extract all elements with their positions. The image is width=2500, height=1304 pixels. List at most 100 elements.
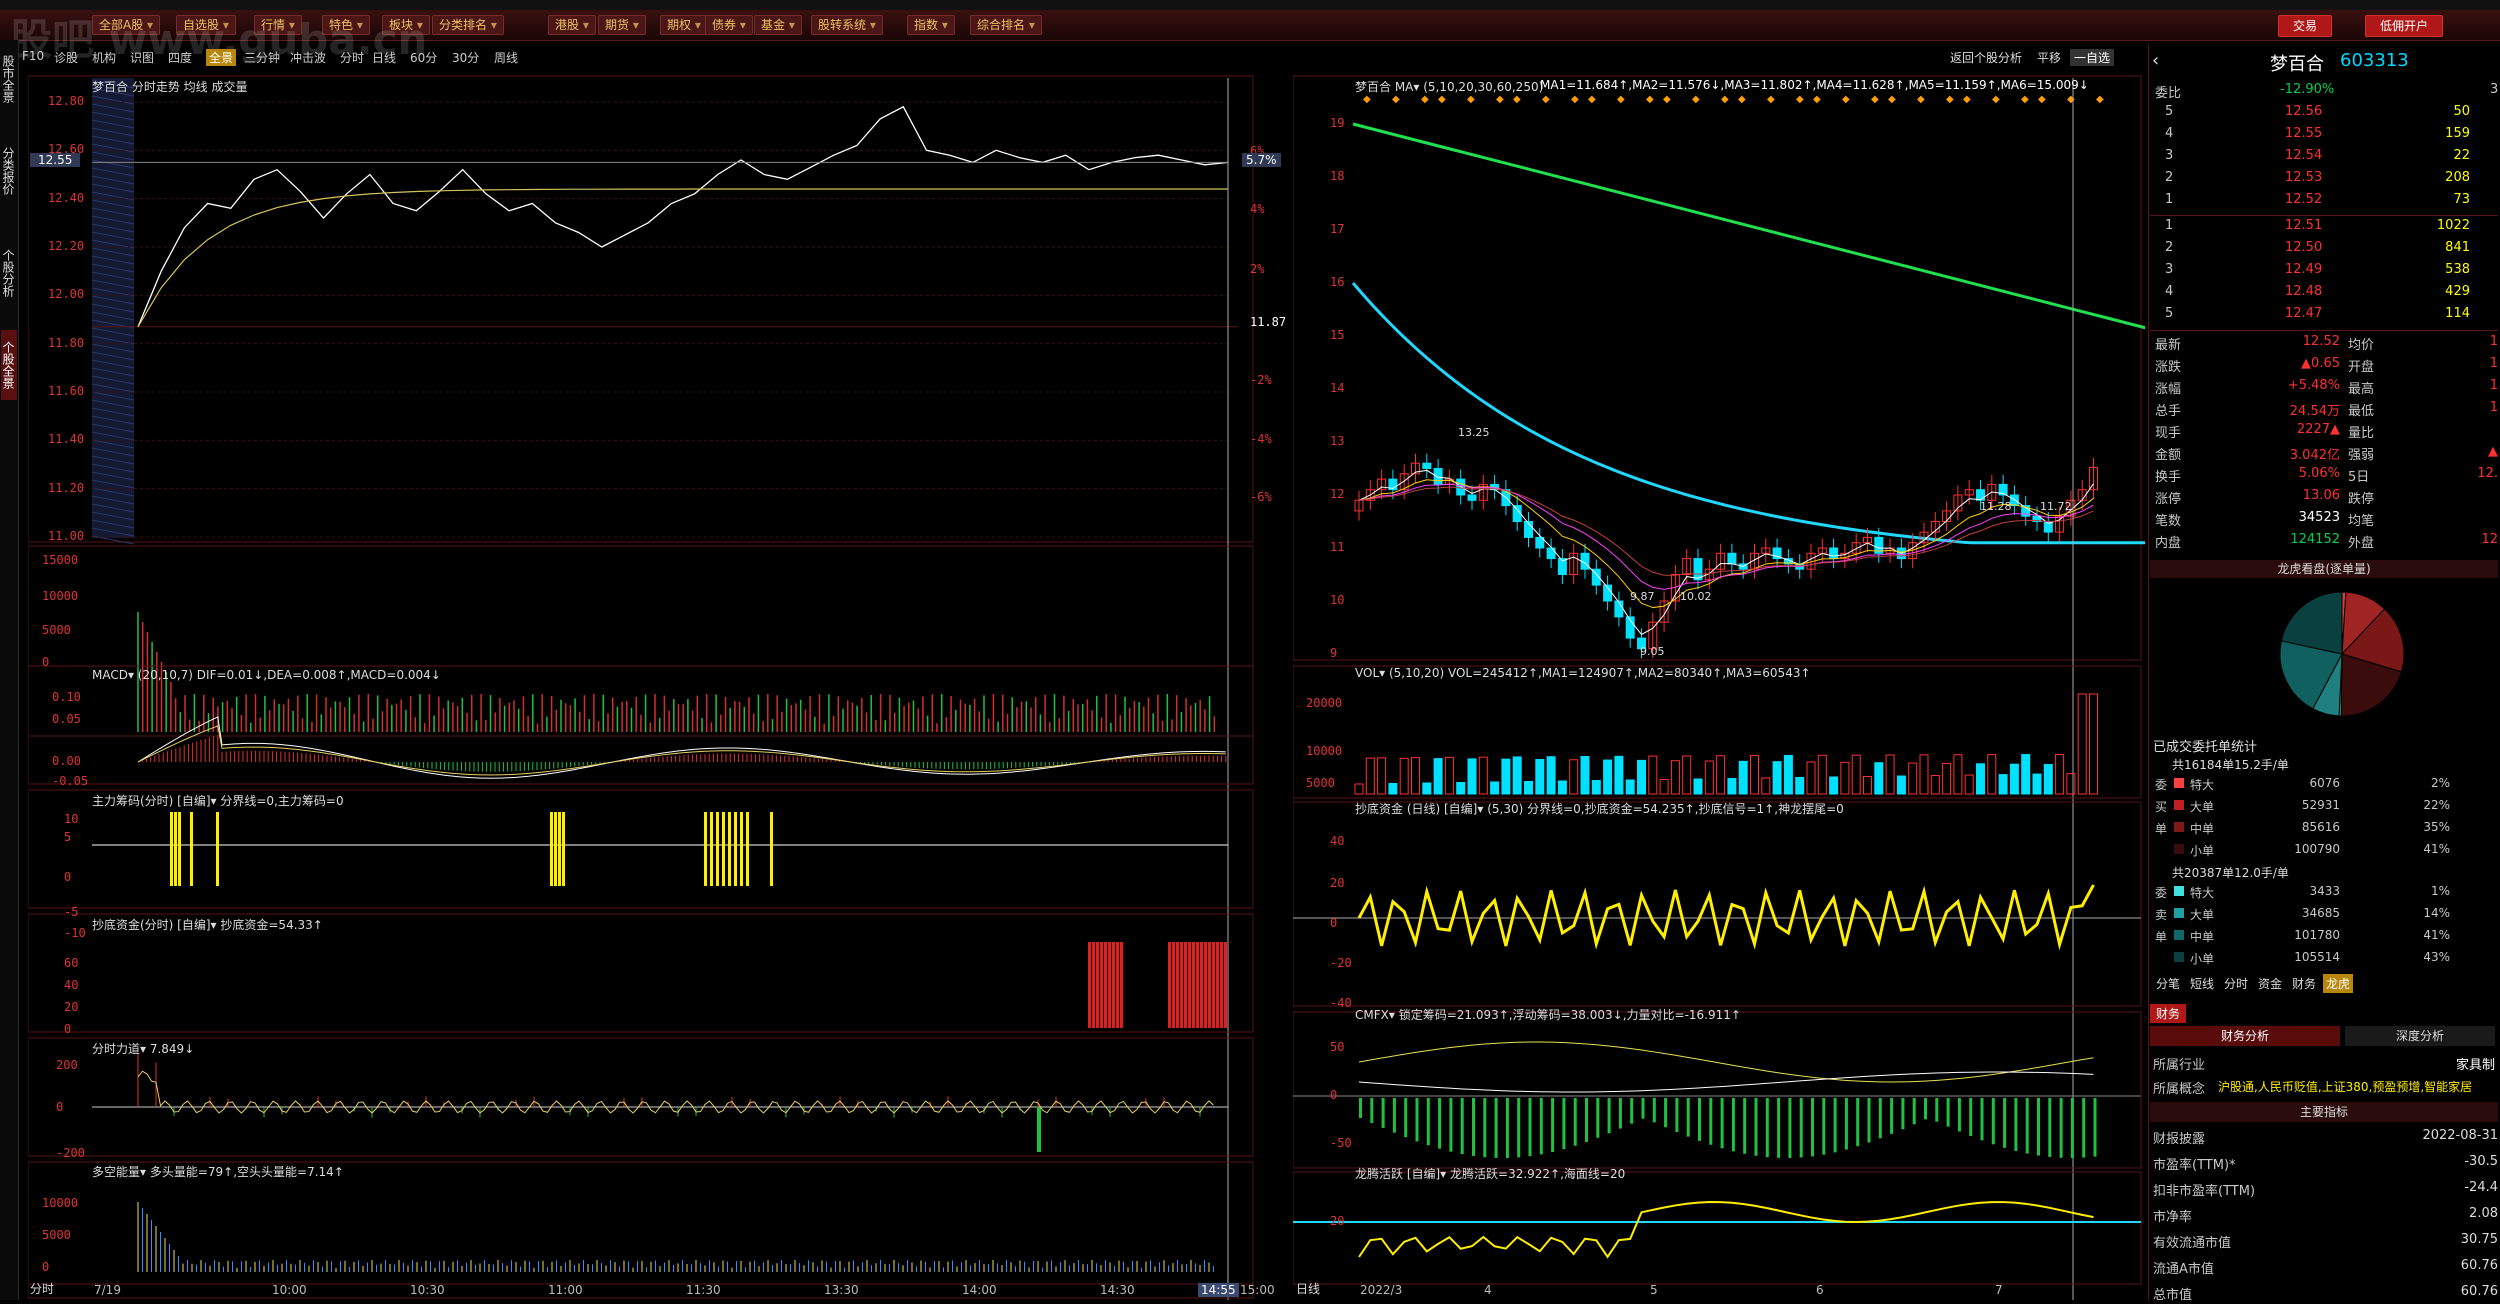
toolbar-item-2[interactable]: 机构 — [92, 49, 116, 66]
cmfx-tick: 50 — [1330, 1040, 1345, 1054]
pct-tick: 2% — [1250, 262, 1265, 276]
longteng-line — [1358, 1201, 2094, 1259]
menu-item-5[interactable]: 分类排名 — [432, 15, 504, 35]
daily-vol-tick: 10000 — [1306, 744, 1343, 758]
chaodi-bar — [1200, 942, 1203, 1028]
price-tick: 12.00 — [48, 287, 85, 302]
back-arrow-icon[interactable]: ‹ — [2152, 50, 2159, 71]
vol-tick: 0 — [42, 655, 50, 669]
toolbar-item-12[interactable]: 周线 — [494, 49, 518, 66]
vol-bar — [1738, 760, 1748, 795]
time-mode-button[interactable]: 分时 — [30, 1280, 54, 1297]
signal-diamond: ◆ — [1842, 94, 1850, 105]
toolbar-item-3[interactable]: 识图 — [130, 49, 154, 66]
quote-tab-2[interactable]: 分时 — [2221, 974, 2251, 993]
buy-type: 特大 — [2190, 886, 2215, 900]
quote-tab-4[interactable]: 财务 — [2289, 974, 2319, 993]
vol-bar — [1670, 760, 1680, 795]
fin-analysis-tab[interactable]: 财务分析 — [2150, 1026, 2340, 1046]
tab-stock-panorama[interactable]: 个股全景 — [1, 330, 17, 400]
quote-tab-5[interactable]: 龙虎 — [2323, 974, 2354, 993]
daily-area: ◆ ◆ ◆ ◆ ◆ ◆ ◆ ◆ ◆ ◆ ◆ ◆ ◆ ◆ ◆ ◆ ◆ ◆ ◆ ◆ ◆ ◆ ◆ ◆ ◆ ◆ ◆ ◆ ◆ ◆ — [1292, 72, 2170, 1300]
signal-diamond: ◆ — [1917, 94, 1925, 105]
toolbar-item-11[interactable]: 30分 — [452, 49, 479, 66]
sell-qty: 85616 — [2301, 820, 2340, 834]
toolbar-item-4[interactable]: 四度 — [168, 49, 192, 66]
cmfx-bar — [1924, 1098, 1927, 1120]
cmfx-bar — [2003, 1098, 2007, 1148]
date-label: 7 — [1995, 1283, 2003, 1297]
signal-diamond: ◆ — [1617, 94, 1625, 105]
cmfx-bar — [1573, 1098, 1577, 1146]
menu-item-6[interactable]: 港股 — [548, 15, 596, 35]
menu-item-12[interactable]: 指数 — [907, 15, 955, 35]
menu-item-13[interactable]: 综合排名 — [970, 15, 1042, 35]
toolbar-item-6[interactable]: 三分钟 — [244, 49, 280, 66]
tab-stock-analysis[interactable]: 个股分析 — [1, 238, 17, 308]
return-analysis-button[interactable]: 返回个股分析 — [1950, 49, 2022, 66]
menu-item-11[interactable]: 股转系统 — [811, 15, 883, 35]
flat-button[interactable]: 平移 — [2037, 49, 2061, 66]
open-account-button[interactable]: 低佣开户 — [2365, 15, 2444, 37]
toolbar-item-1[interactable]: 诊股 — [54, 49, 78, 66]
signal-diamond: ◆ — [1738, 94, 1746, 105]
trade-button[interactable]: 交易 — [2278, 15, 2333, 37]
bid-level: 3 — [2165, 262, 2174, 277]
vol-bar — [1490, 781, 1500, 795]
watchlist-select[interactable]: 一自选 — [2070, 49, 2115, 66]
cmfx-bar — [1381, 1098, 1385, 1128]
menu-item-7[interactable]: 期货 — [598, 15, 646, 35]
quote-tab-3[interactable]: 资金 — [2255, 974, 2285, 993]
pct-tick: 11.87 — [1250, 315, 1287, 329]
toolbar-item-8[interactable]: 分时 — [340, 49, 364, 66]
pct-tick: -4% — [1250, 432, 1272, 446]
vol-bar — [1772, 761, 1782, 795]
vol-bar — [2077, 693, 2087, 795]
zhuli-bar — [710, 812, 713, 886]
ask-volume: 159 — [2445, 126, 2470, 141]
industry-label: 所属行业 — [2153, 1058, 2206, 1073]
tab-category-quote[interactable]: 分类报价 — [1, 136, 17, 206]
deep-analysis-tab[interactable]: 深度分析 — [2345, 1026, 2495, 1046]
longteng-title: 龙腾活跃 [自编]▾ 龙腾活跃=32.922↑,海面线=20 — [1355, 1167, 1626, 1181]
time-label: 14:00 — [962, 1283, 997, 1297]
sell-pct: 35% — [2423, 820, 2450, 834]
vol-bar — [1388, 782, 1398, 795]
stat-label-2: 量比 — [2348, 426, 2375, 441]
quote-tab-0[interactable]: 分笔 — [2153, 974, 2183, 993]
toolbar-item-10[interactable]: 60分 — [410, 49, 437, 66]
intraday-price-line — [137, 105, 1229, 328]
toolbar-item-7[interactable]: 冲击波 — [290, 49, 326, 66]
menu-item-9[interactable]: 债券 — [705, 15, 753, 35]
cmfx-bar — [2082, 1098, 2086, 1158]
cmfx-bar — [1822, 1098, 1826, 1155]
toolbar-item-0[interactable]: F10 — [22, 49, 44, 63]
chaodi-tick: 60 — [64, 956, 79, 970]
tab-market-overview[interactable]: 股市全景 — [1, 44, 17, 114]
cmfx-bar — [1664, 1098, 1668, 1128]
weicha-value: 3 — [2490, 82, 2499, 97]
daily-price-tick: 10 — [1330, 593, 1345, 607]
zhuli-tick: 10 — [64, 812, 79, 826]
cmfx-bar — [1370, 1098, 1374, 1123]
daily-price-tick: 9 — [1330, 646, 1338, 660]
cmfx-tick: -50 — [1330, 1136, 1352, 1150]
toolbar-item-9[interactable]: 日线 — [372, 49, 396, 66]
candle — [1546, 547, 1556, 560]
vol-bar — [2021, 754, 2031, 795]
cmfx-bar — [1743, 1098, 1747, 1154]
chaodi-daily-line — [1357, 884, 2095, 951]
menu-item-8[interactable]: 期权 — [660, 15, 708, 35]
duokong-title: 多空能量▾ 多头量能=79↑,空头头量能=7.14↑ — [92, 1165, 344, 1179]
stat-label-2: 最高 — [2348, 382, 2375, 397]
buy-side-label: 委 — [2155, 886, 2168, 900]
macd-tick: 0.05 — [52, 712, 81, 726]
cmfx-bar — [1539, 1098, 1543, 1155]
date-mode-button[interactable]: 日线 — [1296, 1280, 1320, 1297]
cmfx-frame — [1292, 1011, 2142, 1169]
quote-tab-1[interactable]: 短线 — [2187, 974, 2217, 993]
menu-item-10[interactable]: 基金 — [754, 15, 802, 35]
cmfx-bar — [1912, 1098, 1916, 1125]
finance-tab[interactable]: 财务 — [2150, 1004, 2187, 1023]
toolbar-item-5[interactable]: 全景 — [206, 49, 237, 66]
